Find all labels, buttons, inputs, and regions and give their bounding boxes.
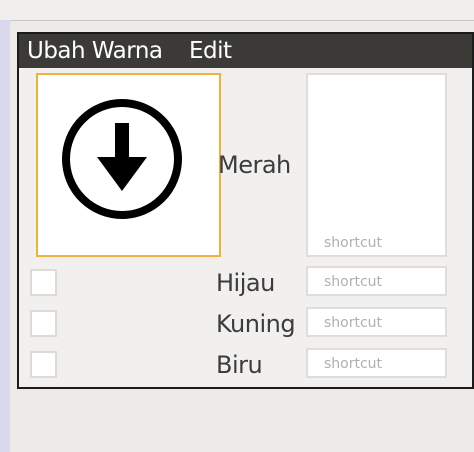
shortcut-field-kuning[interactable]: shortcut: [306, 307, 447, 337]
menubar: Ubah Warna Edit: [19, 34, 472, 68]
checkbox-biru[interactable]: [30, 351, 57, 378]
download-arrow-icon: [62, 99, 182, 219]
app-window: Ubah Warna Edit Merah shortcut Hijau sho…: [17, 32, 474, 389]
shortcut-field-merah[interactable]: shortcut: [306, 73, 447, 257]
shortcut-placeholder: shortcut: [324, 356, 383, 372]
shortcut-field-hijau[interactable]: shortcut: [306, 266, 447, 296]
shortcut-field-biru[interactable]: shortcut: [306, 348, 447, 378]
top-strip: [0, 0, 474, 21]
label-merah: Merah: [218, 151, 291, 179]
shortcut-placeholder: shortcut: [324, 235, 383, 251]
left-accent-bar: [0, 20, 10, 452]
shortcut-placeholder: shortcut: [324, 315, 383, 331]
shortcut-placeholder: shortcut: [324, 274, 383, 290]
menu-edit[interactable]: Edit: [187, 34, 234, 68]
label-biru: Biru: [216, 351, 263, 379]
label-hijau: Hijau: [216, 269, 275, 297]
checkbox-kuning[interactable]: [30, 310, 57, 337]
label-kuning: Kuning: [216, 310, 296, 338]
checkbox-hijau[interactable]: [30, 269, 57, 296]
menu-ubah-warna[interactable]: Ubah Warna: [25, 34, 165, 68]
image-well[interactable]: [36, 73, 221, 257]
